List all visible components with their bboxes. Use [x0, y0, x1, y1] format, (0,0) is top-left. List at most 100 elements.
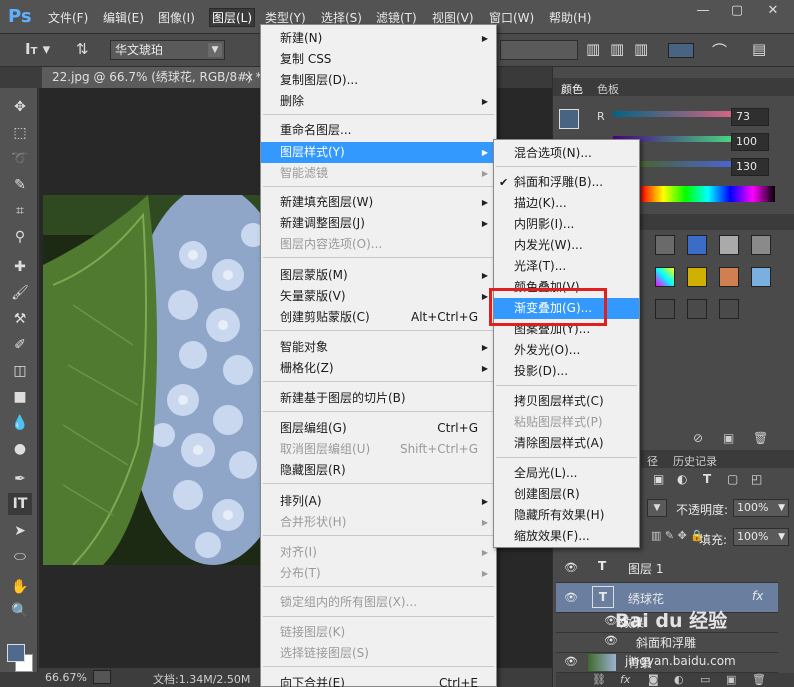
font-size-select[interactable]: [500, 40, 578, 60]
green-value[interactable]: 100: [731, 133, 769, 151]
move-tool-icon[interactable]: ✥: [8, 96, 32, 118]
eraser-tool-icon[interactable]: ◫: [8, 360, 32, 382]
document-tab[interactable]: 22.jpg @ 66.7% (绣球花, RGB/8#) * ×: [42, 67, 260, 88]
delete-style-icon[interactable]: 🗑: [753, 431, 768, 445]
color-spectrum[interactable]: [641, 186, 775, 202]
visibility-eye-icon[interactable]: 👁: [564, 655, 578, 668]
submenu-item-copy-layer-style[interactable]: 拷贝图层样式(C): [494, 391, 639, 412]
lasso-tool-icon[interactable]: ➰: [8, 148, 32, 170]
tab-swatches[interactable]: 色板: [597, 81, 619, 97]
menu-item-new-fill-layer[interactable]: 新建填充图层(W) ▶: [261, 192, 496, 213]
menu-help[interactable]: 帮助(H): [549, 9, 591, 26]
maximize-icon[interactable]: ▢: [722, 2, 752, 20]
menu-item-layer-content-options[interactable]: 图层内容选项(O)...: [261, 234, 496, 255]
opacity-input[interactable]: 100% ▼: [733, 499, 789, 517]
add-style-icon[interactable]: fx: [620, 673, 630, 686]
menu-item-smart-filter[interactable]: 智能滤镜 ▶: [261, 163, 496, 184]
menu-item-lock-all-layers-in-group[interactable]: 锁定组内的所有图层(X)...: [261, 592, 496, 613]
menu-item-distribute[interactable]: 分布(T) ▶: [261, 563, 496, 584]
style-swatch[interactable]: [719, 299, 739, 319]
menu-item-new-adjustment-layer[interactable]: 新建调整图层(J) ▶: [261, 213, 496, 234]
blue-value[interactable]: 130: [731, 158, 769, 176]
shape-filter-icon[interactable]: ▢: [727, 472, 738, 486]
menu-image[interactable]: 图像(I): [158, 9, 195, 26]
marquee-tool-icon[interactable]: ⬚: [8, 122, 32, 144]
close-tab-icon[interactable]: ×: [244, 67, 254, 88]
menu-item-layer-style[interactable]: 图层样式(Y) ▶: [261, 142, 496, 163]
red-value[interactable]: 73: [731, 108, 769, 126]
adjustment-filter-icon[interactable]: ◐: [677, 472, 687, 486]
submenu-item-clear-layer-style[interactable]: 清除图层样式(A): [494, 433, 639, 454]
crop-tool-icon[interactable]: ⌗: [8, 200, 32, 222]
menu-item-ungroup-layers[interactable]: 取消图层编组(U) Shift+Ctrl+G: [261, 439, 496, 460]
menu-item-new-layer-based-slice[interactable]: 新建基于图层的切片(B): [261, 388, 496, 409]
eyedropper-tool-icon[interactable]: ⚲: [8, 226, 32, 248]
layer-name[interactable]: 绣球花: [628, 590, 664, 607]
submenu-item-outer-glow[interactable]: 外发光(O)...: [494, 340, 639, 361]
menu-item-duplicate-layer[interactable]: 复制图层(D)...: [261, 70, 496, 91]
path-select-tool-icon[interactable]: ➤: [8, 520, 32, 542]
align-center-icon[interactable]: ▥: [610, 40, 624, 58]
minimize-icon[interactable]: —: [688, 2, 718, 20]
text-color-swatch[interactable]: [668, 43, 694, 58]
menu-item-vector-mask[interactable]: 矢量蒙版(V) ▶: [261, 286, 496, 307]
menu-item-hide-layers[interactable]: 隐藏图层(R): [261, 460, 496, 481]
delete-layer-icon[interactable]: 🗑: [752, 673, 766, 686]
ellipse-tool-icon[interactable]: ⬭: [8, 546, 32, 568]
color-panel-foreground-swatch[interactable]: [559, 109, 579, 129]
style-swatch[interactable]: [655, 267, 675, 287]
submenu-item-paste-layer-style[interactable]: 粘贴图层样式(P): [494, 412, 639, 433]
history-brush-tool-icon[interactable]: ✐: [8, 334, 32, 356]
blur-tool-icon[interactable]: 💧: [8, 412, 32, 434]
tab-paths[interactable]: 径: [647, 453, 658, 469]
menu-item-delete[interactable]: 删除 ▶: [261, 91, 496, 112]
add-mask-icon[interactable]: ◙: [648, 673, 659, 686]
menu-item-rename-layer[interactable]: 重命名图层...: [261, 120, 496, 141]
tab-color[interactable]: 颜色: [561, 81, 583, 97]
warp-text-icon[interactable]: ⌒: [712, 40, 727, 61]
zoom-tool-icon[interactable]: 🔍: [8, 600, 32, 622]
quick-select-tool-icon[interactable]: ✎: [8, 174, 32, 196]
no-style-icon[interactable]: ⊘: [693, 431, 703, 445]
menu-item-group-layers[interactable]: 图层编组(G) Ctrl+G: [261, 418, 496, 439]
submenu-item-blending-options[interactable]: 混合选项(N)...: [494, 143, 639, 164]
character-panel-icon[interactable]: ▤: [752, 40, 766, 58]
menu-file[interactable]: 文件(F): [48, 9, 88, 26]
submenu-item-stroke[interactable]: 描边(K)...: [494, 193, 639, 214]
font-family-select[interactable]: 华文琥珀 ▼: [110, 40, 225, 60]
menu-item-rasterize[interactable]: 栅格化(Z) ▶: [261, 358, 496, 379]
text-tool-preset-icon[interactable]: IT ▾: [25, 40, 50, 58]
lock-icons[interactable]: ▥ ✎ ✥ 🔒: [651, 529, 704, 542]
menu-item-smart-object[interactable]: 智能对象 ▶: [261, 337, 496, 358]
submenu-item-inner-glow[interactable]: 内发光(W)...: [494, 235, 639, 256]
visibility-eye-icon[interactable]: 👁: [604, 634, 618, 647]
submenu-item-drop-shadow[interactable]: 投影(D)...: [494, 361, 639, 382]
text-orientation-icon[interactable]: ⇅: [76, 40, 89, 58]
menu-item-arrange[interactable]: 排列(A) ▶: [261, 491, 496, 512]
align-right-icon[interactable]: ▥: [634, 40, 648, 58]
menu-item-new[interactable]: 新建(N) ▶: [261, 28, 496, 49]
zoom-level[interactable]: 66.67%: [45, 671, 87, 684]
submenu-item-hide-all-effects[interactable]: 隐藏所有效果(H): [494, 505, 639, 526]
new-style-icon[interactable]: ▣: [723, 431, 734, 445]
submenu-item-scale-effects[interactable]: 缩放效果(F)...: [494, 526, 639, 547]
new-group-icon[interactable]: ▭: [700, 673, 710, 686]
fx-badge[interactable]: fx: [752, 589, 763, 603]
visibility-eye-icon[interactable]: 👁: [564, 561, 578, 574]
menu-item-layer-mask[interactable]: 图层蒙版(M) ▶: [261, 265, 496, 286]
brush-tool-icon[interactable]: 🖌: [8, 282, 32, 304]
style-swatch[interactable]: [687, 235, 707, 255]
menu-item-align[interactable]: 对齐(I) ▶: [261, 542, 496, 563]
submenu-item-inner-shadow[interactable]: 内阴影(I)...: [494, 214, 639, 235]
foreground-color-swatch[interactable]: [7, 644, 25, 662]
type-filter-icon[interactable]: T: [703, 472, 711, 486]
style-swatch[interactable]: [719, 235, 739, 255]
adjustment-layer-icon[interactable]: ◐: [674, 673, 684, 686]
layer-row[interactable]: 👁 T 图层 1: [556, 553, 778, 583]
hand-tool-icon[interactable]: ✋: [8, 576, 32, 598]
dodge-tool-icon[interactable]: ●: [8, 438, 32, 460]
style-swatch[interactable]: [751, 235, 771, 255]
menu-item-combine-shapes[interactable]: 合并形状(H) ▶: [261, 512, 496, 533]
fill-input[interactable]: 100% ▼: [733, 528, 789, 546]
menu-layer[interactable]: 图层(L): [208, 8, 256, 27]
